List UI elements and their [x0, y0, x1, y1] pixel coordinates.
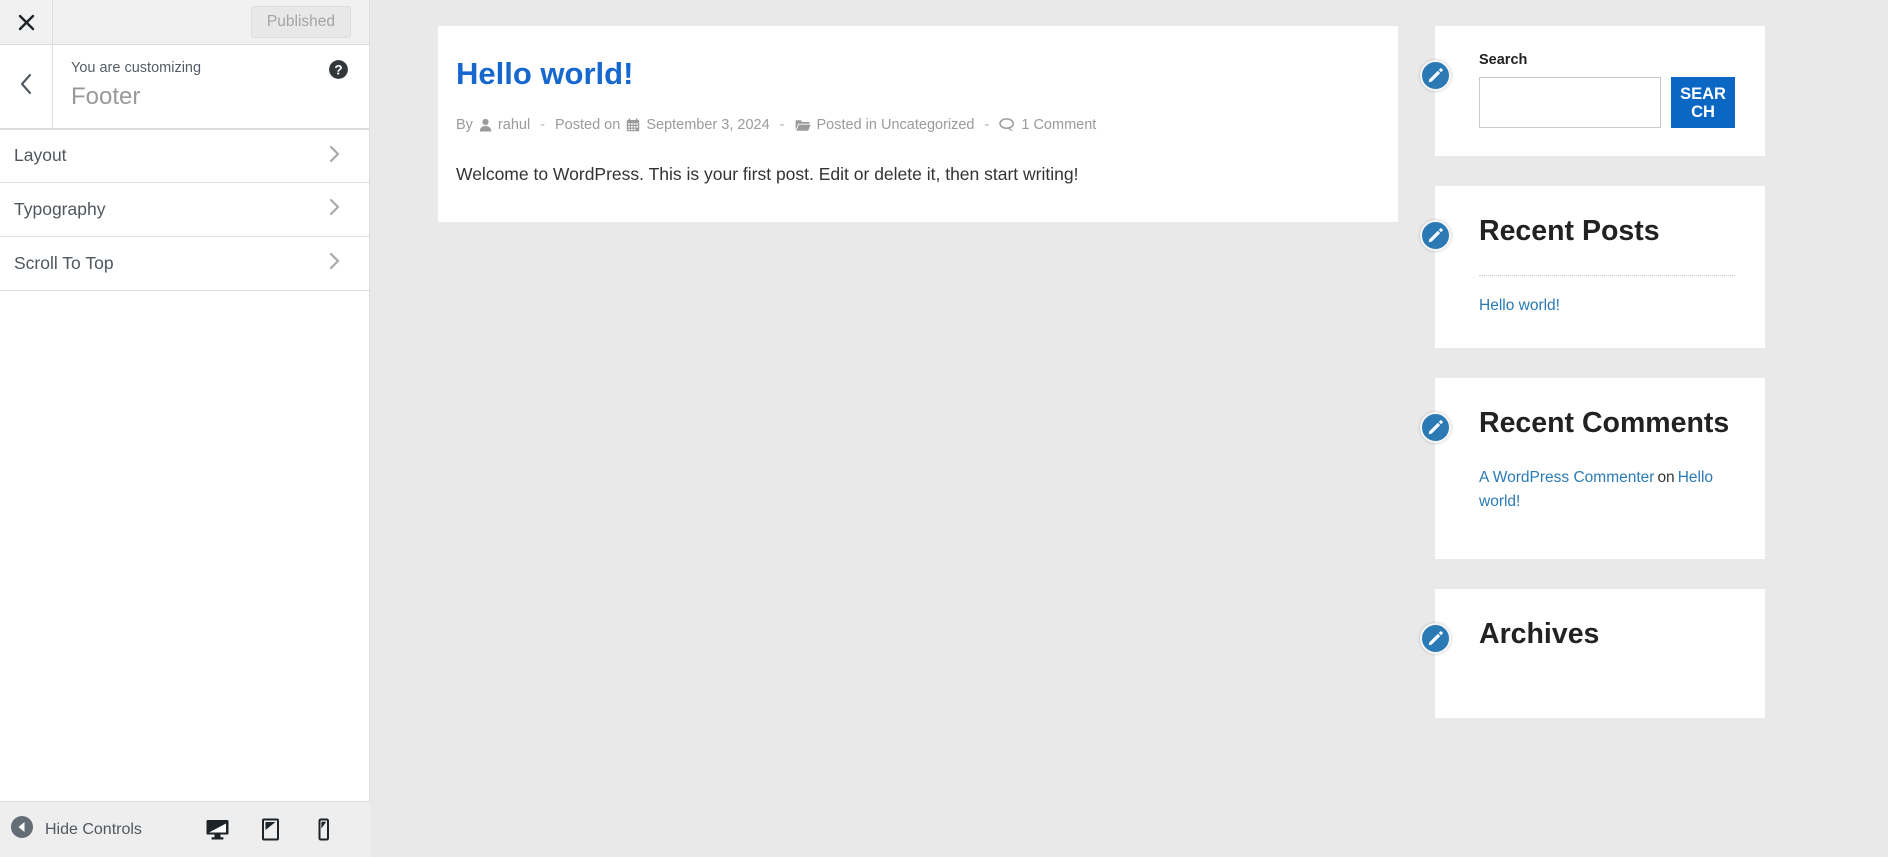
- collapse-left-arrow-icon: [10, 815, 34, 844]
- calendar-icon: [626, 118, 640, 132]
- customizer-section-list: Layout Typography Scroll To Top: [0, 129, 369, 291]
- desktop-icon[interactable]: [205, 817, 230, 842]
- hide-controls-label: Hide Controls: [45, 820, 142, 838]
- comment-bubble-icon: [999, 118, 1015, 132]
- sidebar-item-typography[interactable]: Typography: [0, 183, 369, 237]
- comment-author-link[interactable]: A WordPress Commenter: [1479, 469, 1654, 486]
- widget-title: Archives: [1479, 618, 1600, 651]
- sidebar-item-layout[interactable]: Layout: [0, 129, 369, 183]
- widget-title: Recent Comments: [1479, 406, 1730, 439]
- pencil-edit-icon[interactable]: [1420, 220, 1451, 252]
- sidebar-item-label: Typography: [14, 198, 106, 219]
- tablet-icon[interactable]: [258, 817, 283, 842]
- chevron-right-icon: [327, 144, 341, 169]
- widget-sidebar: Search SEARCH Recent Posts Hello world! …: [1420, 26, 1765, 718]
- panel-header-text: You are customizing Footer ?: [53, 45, 369, 128]
- widget-title: Search: [1479, 52, 1528, 68]
- post-card: Hello world! By rahul - Posted on Septem…: [438, 26, 1398, 222]
- posted-in-label[interactable]: Posted in Uncategorized: [817, 116, 975, 135]
- customizer-topbar: Published: [0, 0, 369, 45]
- sidebar-item-label: Layout: [14, 145, 67, 166]
- recent-post-link[interactable]: Hello world!: [1479, 297, 1560, 314]
- recent-comment-entry: A WordPress Commenter on Hello world!: [1479, 466, 1735, 514]
- post-meta: By rahul - Posted on September 3, 2024 -…: [456, 116, 1366, 135]
- comments-count[interactable]: 1 Comment: [1021, 116, 1096, 135]
- site-preview: Hello world! By rahul - Posted on Septem…: [370, 0, 1888, 857]
- author-name[interactable]: rahul: [498, 116, 530, 135]
- pencil-edit-icon[interactable]: [1420, 60, 1451, 91]
- sidebar-item-scroll-to-top[interactable]: Scroll To Top: [0, 237, 369, 291]
- help-question-icon[interactable]: ?: [328, 59, 349, 80]
- by-label: By: [456, 116, 473, 133]
- breadcrumb: You are customizing: [71, 60, 202, 76]
- published-button[interactable]: Published: [250, 5, 351, 39]
- post-title-link[interactable]: Hello world!: [456, 56, 1366, 92]
- page-title: Footer: [71, 82, 141, 110]
- comment-on-label: on: [1657, 468, 1675, 486]
- widget-archives: Archives: [1420, 589, 1765, 718]
- close-customizer-button[interactable]: [0, 0, 53, 44]
- posted-on-label: Posted on: [555, 116, 621, 133]
- folder-icon: [795, 119, 811, 132]
- close-x-icon: [17, 13, 36, 32]
- meta-separator: -: [779, 116, 785, 133]
- customizer-panel-header: You are customizing Footer ?: [0, 45, 369, 129]
- sidebar-item-label: Scroll To Top: [14, 252, 114, 273]
- svg-text:?: ?: [334, 62, 342, 77]
- chevron-left-icon: [18, 72, 34, 101]
- user-icon: [479, 118, 492, 132]
- mobile-icon[interactable]: [311, 817, 336, 842]
- meta-separator: -: [540, 116, 546, 133]
- search-input[interactable]: [1479, 77, 1661, 129]
- search-form: SEARCH: [1479, 77, 1735, 129]
- customizer-footer-bar: Hide Controls: [0, 801, 370, 857]
- widget-recent-comments: Recent Comments A WordPress Commenter on H…: [1420, 377, 1765, 560]
- post-date: Posted on September 3, 2024: [555, 116, 770, 135]
- chevron-right-icon: [327, 197, 341, 222]
- pencil-edit-icon[interactable]: [1420, 623, 1451, 655]
- device-preview-switcher: [205, 817, 336, 842]
- widget-divider: [1479, 274, 1735, 276]
- widget-title: Recent Posts: [1479, 215, 1660, 248]
- post-comments: 1 Comment: [999, 116, 1096, 135]
- hide-controls-button[interactable]: Hide Controls: [10, 815, 205, 844]
- widget-recent-posts: Recent Posts Hello world!: [1420, 186, 1765, 348]
- customizer-app: Published You are customizing Footer ? L…: [0, 0, 1888, 857]
- post-author: By rahul: [456, 116, 530, 135]
- post-excerpt: Welcome to WordPress. This is your first…: [456, 164, 1079, 185]
- customizer-sidebar: Published You are customizing Footer ? L…: [0, 0, 370, 857]
- search-button[interactable]: SEARCH: [1671, 77, 1735, 129]
- meta-separator: -: [984, 116, 990, 133]
- pencil-edit-icon[interactable]: [1420, 411, 1451, 443]
- widget-search: Search SEARCH: [1420, 26, 1765, 157]
- post-category: Posted in Uncategorized: [795, 116, 975, 135]
- back-button[interactable]: [0, 45, 53, 128]
- post-date-value[interactable]: September 3, 2024: [646, 116, 769, 135]
- preview-content: Hello world! By rahul - Posted on Septem…: [370, 0, 1888, 857]
- chevron-right-icon: [327, 251, 341, 276]
